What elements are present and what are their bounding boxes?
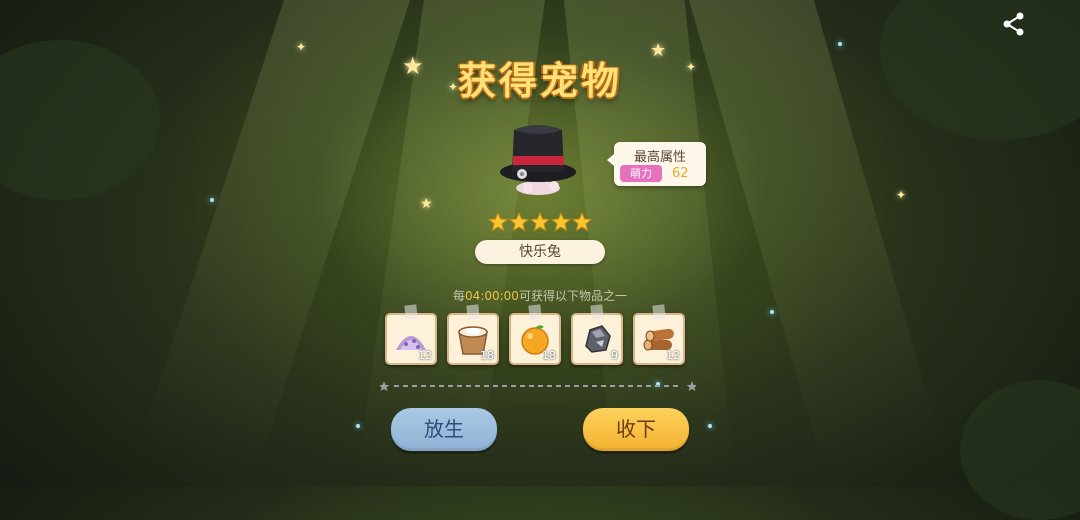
share-icon[interactable] xyxy=(1000,10,1028,38)
attribute-tag: 萌力 xyxy=(620,165,662,182)
release-button[interactable]: 放生 xyxy=(391,408,497,451)
accept-button[interactable]: 收下 xyxy=(583,408,689,451)
reward-item-orange[interactable]: 18 xyxy=(509,304,561,365)
star-rating xyxy=(488,212,592,234)
glow-dot xyxy=(708,424,712,428)
glow-dot xyxy=(838,42,842,46)
pet-top-hat-rabbit-image xyxy=(500,125,576,195)
star-icon xyxy=(551,212,571,232)
star-icon xyxy=(530,212,550,232)
tape xyxy=(528,304,542,320)
production-suffix: 可获得以下物品之一 xyxy=(518,289,627,303)
item-quantity: 12 xyxy=(418,349,432,362)
dialog-title: 获得宠物 xyxy=(457,59,622,103)
star-icon xyxy=(488,212,508,232)
production-info: 每04:00:00可获得以下物品之一 xyxy=(0,287,1080,304)
foliage xyxy=(960,380,1080,520)
attribute-value: 62 xyxy=(672,166,689,181)
tape xyxy=(590,304,604,320)
reward-item-iron[interactable]: 9 xyxy=(571,304,623,365)
reward-item-sugar[interactable]: 12 xyxy=(385,304,437,365)
item-quantity: 9 xyxy=(611,349,618,362)
item-quantity: 12 xyxy=(666,349,680,362)
sparkle-icon: ★ xyxy=(420,196,433,212)
glow-dot xyxy=(356,424,360,428)
production-prefix: 每 xyxy=(453,289,466,303)
reward-items: 12 18 18 9 12 xyxy=(385,304,685,365)
tape xyxy=(652,304,666,320)
item-quantity: 18 xyxy=(542,349,556,362)
reward-item-flour[interactable]: 18 xyxy=(447,304,499,365)
reward-item-wood[interactable]: 12 xyxy=(633,304,685,365)
production-timer: 04:00:00 xyxy=(465,289,519,303)
glow-dot xyxy=(210,198,214,202)
item-quantity: 18 xyxy=(480,349,494,362)
star-icon xyxy=(572,212,592,232)
tape xyxy=(466,304,480,320)
top-attribute-tooltip: 最高属性 萌力 62 xyxy=(607,142,706,186)
glow-dot xyxy=(770,310,774,314)
tape xyxy=(404,304,418,320)
pet-name: 快乐兔 xyxy=(475,240,605,264)
divider xyxy=(380,381,696,391)
top-attribute-label: 最高属性 xyxy=(633,150,686,165)
star-icon xyxy=(509,212,529,232)
sparkle-icon: ✦ xyxy=(896,188,907,202)
